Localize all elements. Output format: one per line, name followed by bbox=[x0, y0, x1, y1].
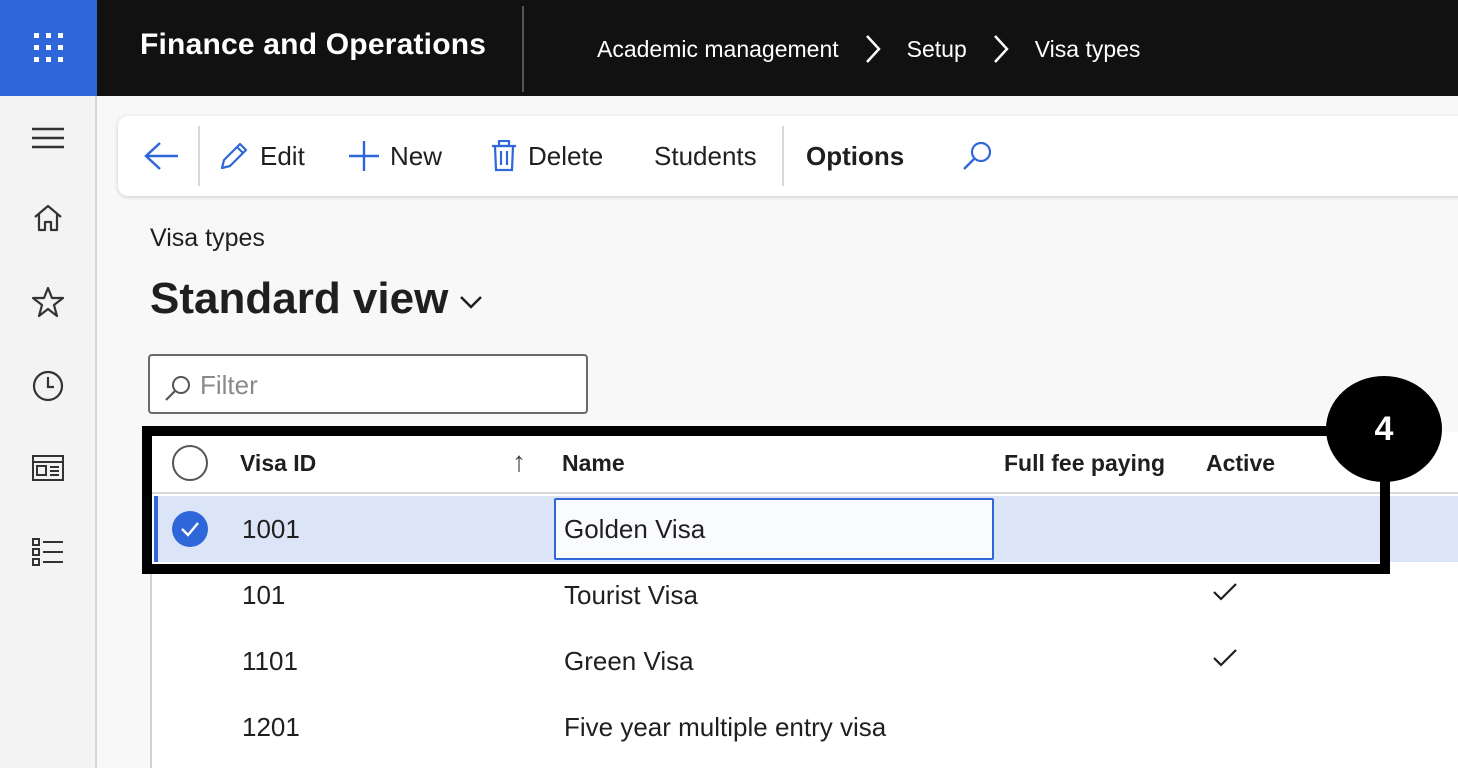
column-header-full-fee-paying[interactable]: Full fee paying bbox=[1004, 450, 1165, 477]
toolbar-divider bbox=[782, 126, 784, 186]
view-selector[interactable]: Standard view bbox=[150, 274, 484, 324]
column-header-name[interactable]: Name bbox=[562, 450, 625, 477]
visa-id-cell[interactable]: 101 bbox=[242, 580, 285, 611]
grid-header: Visa ID ↑ Name Full fee paying Active bbox=[152, 432, 1458, 494]
edit-button[interactable]: Edit bbox=[218, 116, 305, 196]
breadcrumb-visa-types[interactable]: Visa types bbox=[1035, 36, 1141, 63]
action-pane: Edit New Delete Students Options bbox=[118, 116, 1458, 196]
hamburger-icon[interactable] bbox=[30, 120, 66, 156]
left-navigation bbox=[0, 96, 97, 768]
top-bar: Finance and Operations Academic manageme… bbox=[0, 0, 1458, 96]
options-label: Options bbox=[806, 140, 905, 171]
trash-icon bbox=[492, 140, 516, 172]
delete-button[interactable]: Delete bbox=[490, 116, 603, 196]
visa-id-cell[interactable]: 1001 bbox=[242, 514, 300, 545]
search-icon bbox=[165, 376, 190, 401]
name-cell[interactable]: Tourist Visa bbox=[564, 580, 698, 611]
name-cell[interactable]: Five year multiple entry visa bbox=[564, 712, 886, 743]
app-launcher-button[interactable] bbox=[0, 0, 97, 96]
students-label: Students bbox=[654, 140, 757, 171]
table-row[interactable]: 1001 Golden Visa bbox=[154, 496, 1458, 562]
chevron-right-icon bbox=[993, 34, 1009, 64]
breadcrumb-academic-management[interactable]: Academic management bbox=[597, 36, 839, 63]
view-title: Standard view bbox=[150, 274, 449, 323]
breadcrumb: Academic management Setup Visa types bbox=[597, 34, 1140, 64]
search-button[interactable] bbox=[960, 116, 1004, 196]
step-number-badge: 4 bbox=[1326, 376, 1442, 482]
back-button[interactable] bbox=[144, 116, 190, 196]
arrow-left-icon bbox=[144, 142, 178, 170]
chevron-right-icon bbox=[865, 34, 881, 64]
new-button[interactable]: New bbox=[348, 116, 442, 196]
app-title[interactable]: Finance and Operations bbox=[140, 28, 486, 62]
name-cell: Golden Visa bbox=[564, 514, 706, 544]
active-checkmark-icon bbox=[1213, 583, 1237, 601]
home-icon[interactable] bbox=[30, 200, 66, 236]
app-launcher-icon bbox=[33, 33, 63, 62]
filter-input[interactable] bbox=[200, 368, 570, 402]
students-button[interactable]: Students bbox=[654, 116, 757, 196]
name-cell[interactable]: Green Visa bbox=[564, 646, 694, 677]
checkmark-icon bbox=[181, 522, 199, 537]
search-icon bbox=[963, 141, 992, 170]
header-divider bbox=[522, 6, 524, 92]
visa-types-grid: Visa ID ↑ Name Full fee paying Active 10… bbox=[150, 432, 1458, 768]
plus-icon bbox=[349, 141, 379, 171]
column-header-visa-id[interactable]: Visa ID bbox=[240, 450, 316, 477]
filter-box[interactable] bbox=[148, 354, 588, 414]
table-row[interactable]: 101 Tourist Visa bbox=[152, 562, 1458, 628]
delete-label: Delete bbox=[528, 140, 604, 171]
table-row[interactable]: 1101 Green Visa bbox=[152, 628, 1458, 694]
table-row[interactable]: 1201 Five year multiple entry visa bbox=[152, 694, 1458, 760]
edit-label: Edit bbox=[260, 140, 305, 171]
toolbar-divider bbox=[198, 126, 200, 186]
clock-icon[interactable] bbox=[30, 368, 66, 404]
breadcrumb-setup[interactable]: Setup bbox=[907, 36, 967, 63]
page-caption: Visa types bbox=[150, 224, 265, 252]
list-icon[interactable] bbox=[30, 534, 66, 570]
active-checkmark-icon bbox=[1213, 649, 1237, 667]
chevron-down-icon bbox=[460, 296, 483, 309]
visa-id-cell[interactable]: 1101 bbox=[242, 646, 298, 677]
sort-ascending-icon[interactable]: ↑ bbox=[512, 446, 526, 478]
pencil-icon bbox=[220, 142, 248, 170]
new-label: New bbox=[390, 140, 443, 171]
name-edit-field[interactable]: Golden Visa bbox=[554, 498, 994, 560]
visa-id-cell[interactable]: 1201 bbox=[242, 712, 300, 743]
options-tab[interactable]: Options bbox=[806, 116, 904, 196]
select-all-checkbox[interactable] bbox=[172, 445, 208, 481]
row-select-checkbox[interactable] bbox=[172, 511, 208, 547]
column-header-active[interactable]: Active bbox=[1206, 450, 1275, 477]
workspace-icon[interactable] bbox=[30, 450, 66, 486]
star-icon[interactable] bbox=[30, 284, 66, 320]
